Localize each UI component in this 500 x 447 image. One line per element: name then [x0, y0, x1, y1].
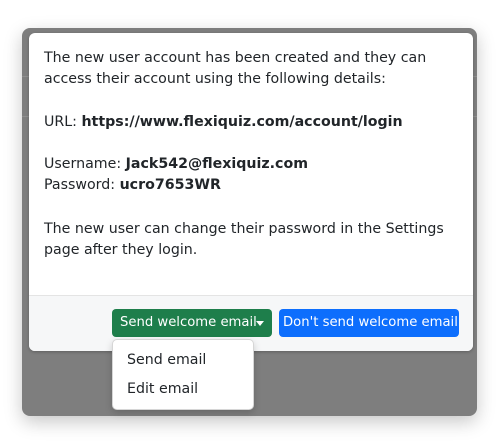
dont-send-welcome-email-button[interactable]: Don't send welcome email: [279, 309, 459, 337]
username-value: Jack542@flexiquiz.com: [125, 156, 308, 172]
username-line: Username: Jack542@flexiquiz.com: [44, 154, 308, 175]
modal-body: The new user account has been created an…: [29, 33, 473, 295]
username-label: Username:: [44, 156, 122, 172]
url-label: URL:: [44, 114, 77, 130]
password-value: ucro7653WR: [119, 177, 221, 193]
send-welcome-email-label: Send welcome email: [120, 315, 257, 330]
send-welcome-email-button[interactable]: Send welcome email: [112, 309, 272, 337]
url-value: https://www.flexiquiz.com/account/login: [81, 114, 403, 130]
dropdown-item-edit-email[interactable]: Edit email: [113, 375, 253, 403]
password-line: Password: ucro7653WR: [44, 175, 221, 196]
send-email-dropdown-menu: Send email Edit email: [112, 339, 254, 410]
url-line: URL: https://www.flexiquiz.com/account/l…: [44, 112, 403, 133]
note-text: The new user can change their password i…: [44, 221, 444, 258]
intro-text: The new user account has been created an…: [44, 50, 427, 87]
dropdown-item-send-email[interactable]: Send email: [113, 346, 253, 374]
new-user-modal: The new user account has been created an…: [29, 33, 473, 351]
password-label: Password:: [44, 177, 116, 193]
caret-down-icon: [256, 321, 264, 326]
